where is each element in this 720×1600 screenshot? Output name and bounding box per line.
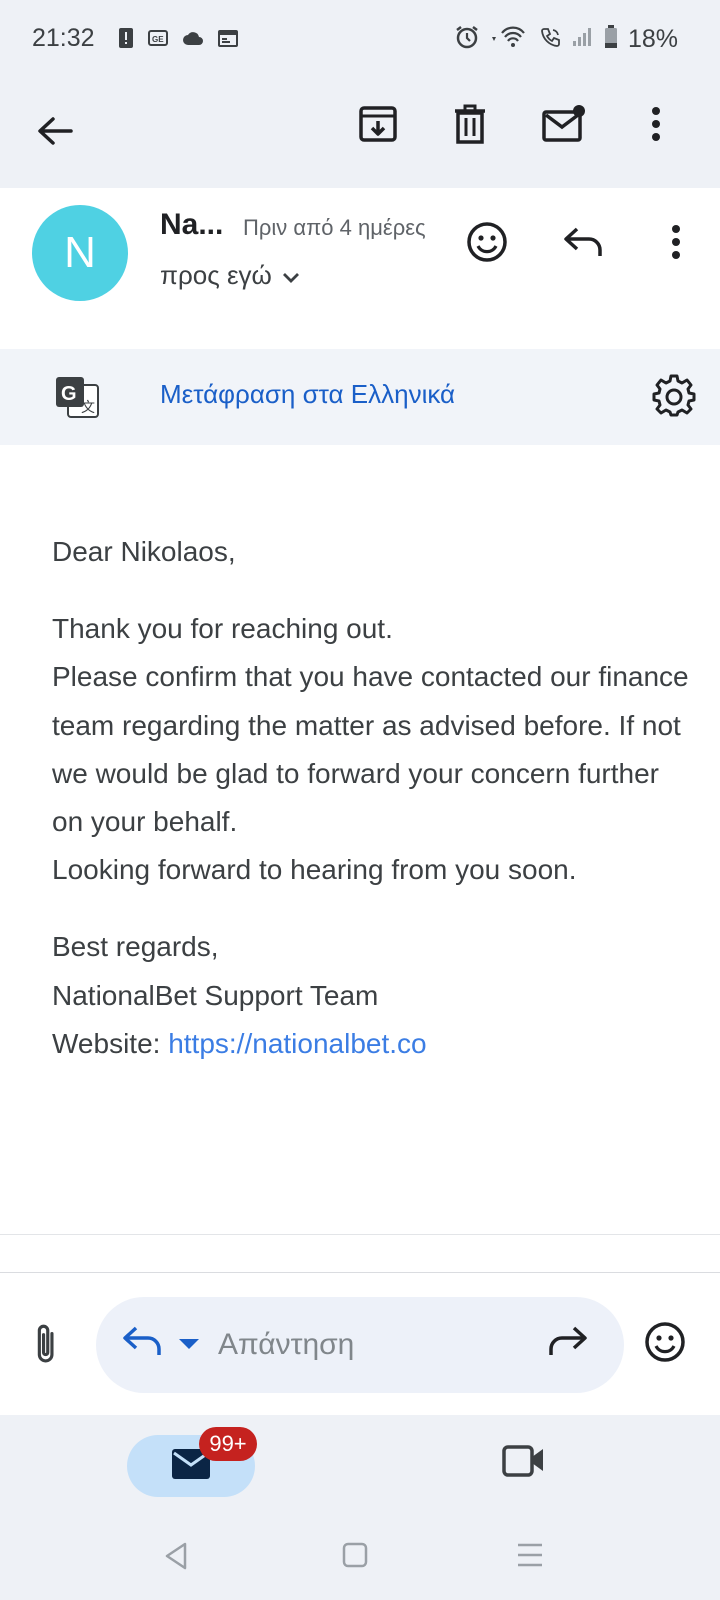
sender-avatar[interactable]: N	[32, 205, 128, 301]
wifi-calling-icon	[540, 26, 562, 53]
battery-percent: 18%	[627, 25, 678, 53]
news-icon: GE	[148, 30, 168, 51]
back-button[interactable]	[27, 105, 83, 161]
svg-text:GE: GE	[152, 35, 164, 44]
add-reaction-button[interactable]	[459, 216, 515, 272]
website-label: Website:	[52, 1027, 169, 1059]
status-notification-icons: GE	[118, 27, 238, 54]
message-toolbar	[0, 80, 720, 188]
email-line: Thank you for reaching out.	[52, 613, 393, 645]
attachment-icon	[33, 1321, 59, 1370]
recipient-toggle[interactable]: προς εγώ	[160, 260, 300, 291]
reply-input[interactable]	[218, 1319, 518, 1371]
divider	[0, 1234, 720, 1235]
cloud-icon	[182, 30, 204, 51]
email-body: Dear Nikolaos, Thank you for reaching ou…	[52, 528, 692, 1097]
reply-button[interactable]	[555, 216, 611, 272]
signature-line: NationalBet Support Team	[52, 979, 379, 1011]
translate-link[interactable]: Μετάφραση στα Ελληνικά	[160, 379, 455, 410]
video-camera-icon[interactable]	[502, 1443, 546, 1482]
status-time: 21:32	[32, 24, 95, 52]
reply-type-dropdown-icon[interactable]	[178, 1337, 200, 1356]
forward-icon[interactable]	[548, 1325, 588, 1362]
signal-icon	[572, 27, 594, 52]
signature-line: Best regards,	[52, 931, 219, 963]
email-signature: Best regards, NationalBet Support Team W…	[52, 923, 692, 1068]
unread-count-badge: 99+	[199, 1427, 257, 1461]
reply-composer	[96, 1297, 624, 1393]
more-vert-icon	[651, 106, 661, 147]
svg-text:文: 文	[81, 400, 95, 416]
email-line: Please confirm that you have contacted o…	[52, 661, 689, 838]
battery-icon	[604, 25, 618, 54]
arrow-left-icon	[37, 116, 73, 151]
email-greeting: Dear Nikolaos,	[52, 536, 236, 567]
gear-icon	[652, 373, 696, 422]
attach-button[interactable]	[18, 1313, 74, 1377]
emoji-icon[interactable]	[644, 1321, 686, 1368]
translate-settings-button[interactable]	[648, 371, 700, 423]
archive-button[interactable]	[350, 98, 406, 154]
recents-nav-icon[interactable]	[516, 1541, 544, 1574]
chevron-down-icon	[282, 260, 300, 291]
wifi-icon	[490, 25, 530, 54]
reply-icon[interactable]	[122, 1325, 162, 1362]
message-header: N Na... Πριν από 4 ημέρες προς εγώ	[0, 188, 720, 342]
reply-icon	[563, 226, 603, 263]
home-nav-icon[interactable]	[342, 1541, 368, 1574]
alarm-icon	[454, 24, 480, 55]
status-system-icons: 18%	[454, 24, 678, 55]
status-bar: 21:32 GE 18%	[0, 0, 720, 80]
mark-unread-button[interactable]	[536, 98, 592, 154]
sender-name[interactable]: Na...	[160, 208, 223, 242]
mark-unread-icon	[542, 104, 586, 149]
back-nav-icon[interactable]	[163, 1541, 189, 1576]
emoji-icon	[466, 221, 508, 268]
svg-text:G: G	[61, 383, 77, 405]
system-navigation-bar	[0, 1515, 720, 1600]
email-paragraph: Thank you for reaching out. Please confi…	[52, 605, 692, 894]
reply-bar	[0, 1273, 720, 1415]
translate-bar: G文 Μετάφραση στα Ελληνικά	[0, 349, 720, 445]
message-time: Πριν από 4 ημέρες	[243, 215, 426, 240]
calendar-icon	[218, 29, 238, 52]
more-options-button[interactable]	[628, 98, 684, 154]
email-line: Looking forward to hearing from you soon…	[52, 854, 577, 886]
alert-icon	[118, 27, 134, 54]
delete-icon	[453, 104, 487, 149]
translate-icon: G文	[54, 375, 100, 424]
more-vert-icon	[671, 224, 681, 265]
website-link[interactable]: https://nationalbet.co	[168, 1028, 426, 1059]
delete-button[interactable]	[442, 98, 498, 154]
bottom-navigation: 99+	[0, 1415, 720, 1515]
message-more-button[interactable]	[648, 216, 704, 272]
archive-icon	[359, 105, 397, 148]
recipient-label: προς εγώ	[160, 260, 272, 290]
